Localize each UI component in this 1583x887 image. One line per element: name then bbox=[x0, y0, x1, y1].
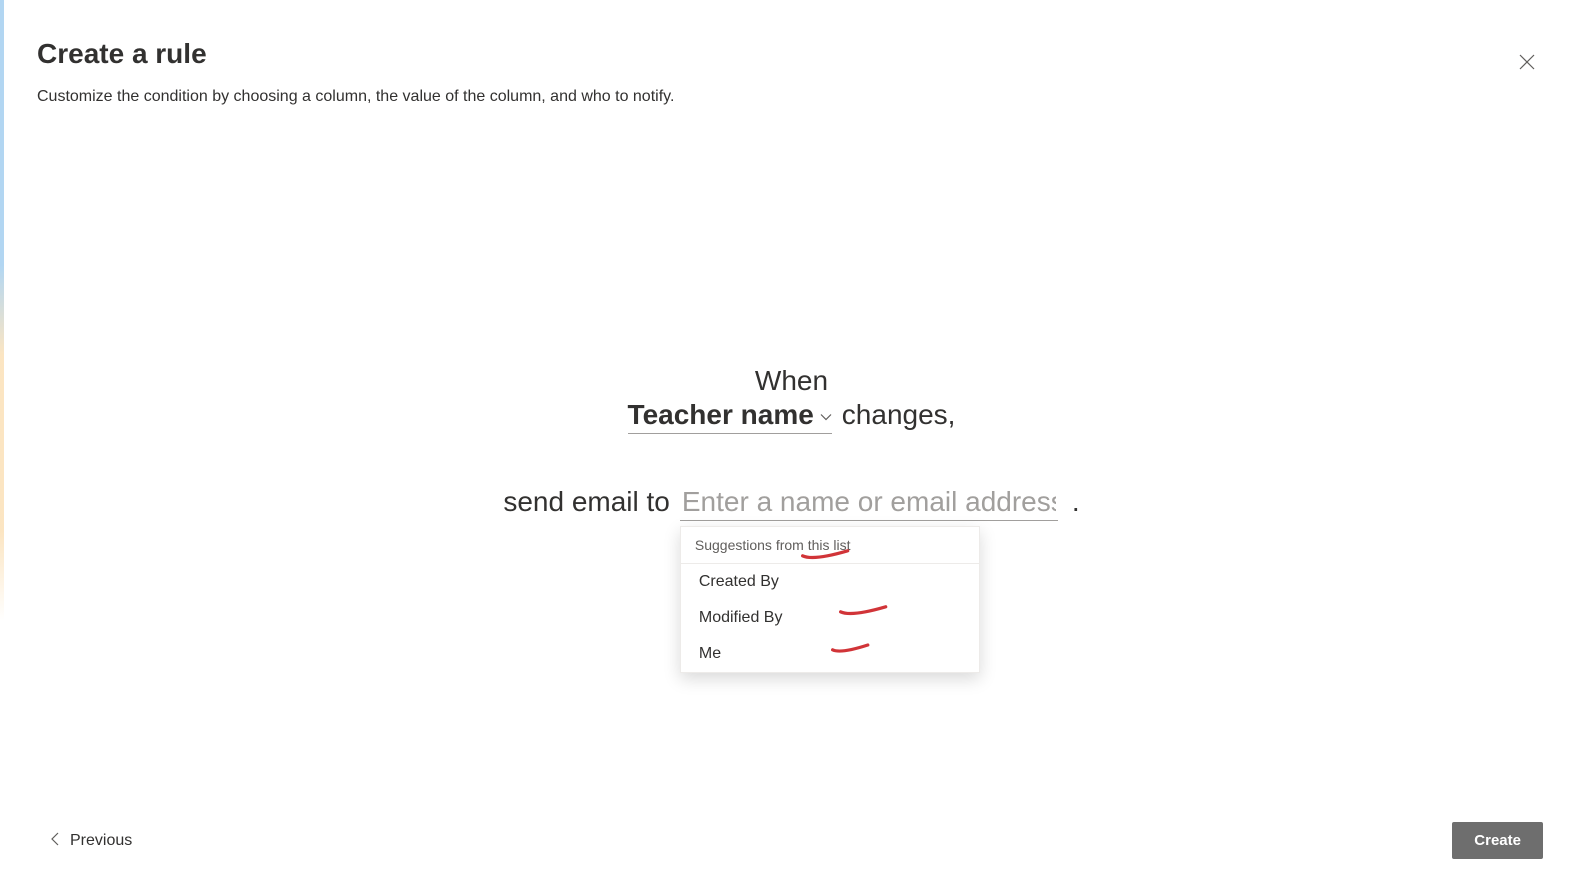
rule-builder: When Teacher name changes, send email to… bbox=[0, 365, 1583, 521]
email-input-wrapper: Suggestions from this list Created By Mo… bbox=[680, 486, 1058, 521]
suggestion-item-modified-by[interactable]: Modified By bbox=[681, 600, 979, 636]
chevron-left-icon bbox=[50, 831, 60, 850]
suggestion-label: Me bbox=[699, 645, 721, 662]
column-dropdown-value: Teacher name bbox=[628, 399, 814, 431]
column-dropdown[interactable]: Teacher name bbox=[628, 399, 832, 434]
condition-row: Teacher name changes, bbox=[628, 399, 956, 434]
dialog-header: Create a rule Customize the condition by… bbox=[37, 38, 1546, 106]
chevron-down-icon bbox=[820, 410, 832, 424]
sentence-period: . bbox=[1072, 486, 1080, 518]
send-email-label: send email to bbox=[503, 486, 670, 518]
dialog-footer: Previous Create bbox=[50, 822, 1543, 859]
suggestions-dropdown: Suggestions from this list Created By Mo… bbox=[680, 526, 980, 673]
when-label: When bbox=[755, 365, 828, 397]
changes-label: changes, bbox=[842, 399, 956, 431]
dialog-subtitle: Customize the condition by choosing a co… bbox=[37, 88, 1546, 106]
close-icon bbox=[1519, 54, 1535, 75]
annotation-check-icon bbox=[839, 604, 889, 616]
suggestion-item-created-by[interactable]: Created By bbox=[681, 564, 979, 600]
suggestion-item-me[interactable]: Me bbox=[681, 636, 979, 672]
email-recipient-input[interactable] bbox=[680, 486, 1058, 521]
action-row: send email to Suggestions from this list… bbox=[503, 486, 1079, 521]
create-button[interactable]: Create bbox=[1452, 822, 1543, 859]
dialog-title: Create a rule bbox=[37, 38, 1546, 70]
annotation-check-icon bbox=[801, 548, 851, 560]
annotation-check-icon bbox=[831, 642, 871, 654]
suggestion-label: Created By bbox=[699, 573, 779, 590]
close-button[interactable] bbox=[1511, 48, 1543, 80]
previous-button-label: Previous bbox=[70, 832, 132, 850]
suggestion-label: Modified By bbox=[699, 609, 783, 626]
previous-button[interactable]: Previous bbox=[50, 831, 132, 850]
